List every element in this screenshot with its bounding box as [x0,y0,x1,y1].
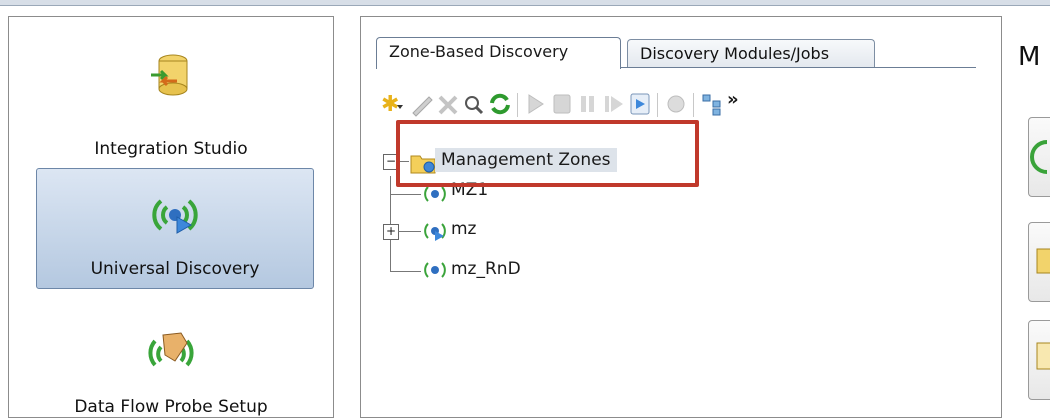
tree-connector [398,231,421,232]
delete-x-icon[interactable] [435,89,461,119]
toolbar-separator [517,93,518,117]
pause-icon[interactable] [575,89,601,119]
left-nav-panel: Integration Studio Universal Discovery D… [8,16,334,418]
search-icon[interactable] [461,89,487,119]
tab-zone-based-discovery[interactable]: Zone-Based Discovery [376,37,621,69]
zone-active-icon [423,221,447,241]
annotation-highlight-box [396,120,699,187]
right-action-button[interactable] [1028,320,1050,400]
nav-item-data-flow-probe-setup[interactable]: Data Flow Probe Setup [9,307,333,417]
tree-node-label[interactable]: mz_RnD [451,259,521,279]
nav-item-label: Data Flow Probe Setup [74,397,268,417]
nav-item-integration-studio[interactable]: Integration Studio [9,35,333,159]
tree-connector [391,194,421,195]
nav-item-label: Integration Studio [94,139,248,159]
nav-item-label: Universal Discovery [90,259,260,279]
play-icon[interactable] [523,89,549,119]
right-action-button[interactable] [1028,222,1050,302]
new-star-icon[interactable]: ✱ [379,89,405,119]
probe-status-icon[interactable] [663,89,689,119]
svg-text:✱: ✱ [381,92,399,117]
zone-signal-icon [423,184,447,204]
tree-toolbar: ✱ » [379,89,989,121]
tree-view-icon[interactable] [699,89,725,119]
zone-signal-icon [423,260,447,280]
right-action-button[interactable] [1028,117,1050,197]
step-icon[interactable] [601,89,627,119]
right-panel-title: M [1018,42,1041,72]
edit-pencil-icon[interactable] [409,89,435,119]
probe-setup-icon [147,327,195,375]
refresh-icon[interactable] [487,89,513,119]
stop-icon[interactable] [549,89,575,119]
toolbar-separator [693,93,694,117]
tab-discovery-modules-jobs[interactable]: Discovery Modules/Jobs [627,39,875,68]
window-top-border [0,0,1050,6]
zone-discovery-panel: Zone-Based Discovery Discovery Modules/J… [360,16,1002,418]
universal-discovery-icon [151,191,199,239]
tree-node-label[interactable]: mz [451,219,476,239]
tree-connector [391,271,421,272]
integration-studio-icon [147,51,195,99]
activate-icon[interactable] [627,89,653,119]
expand-toggle-icon[interactable]: + [383,224,399,240]
nav-item-universal-discovery[interactable]: Universal Discovery [36,168,314,289]
toolbar-more-button[interactable]: » [727,89,753,119]
toolbar-separator [657,93,658,117]
